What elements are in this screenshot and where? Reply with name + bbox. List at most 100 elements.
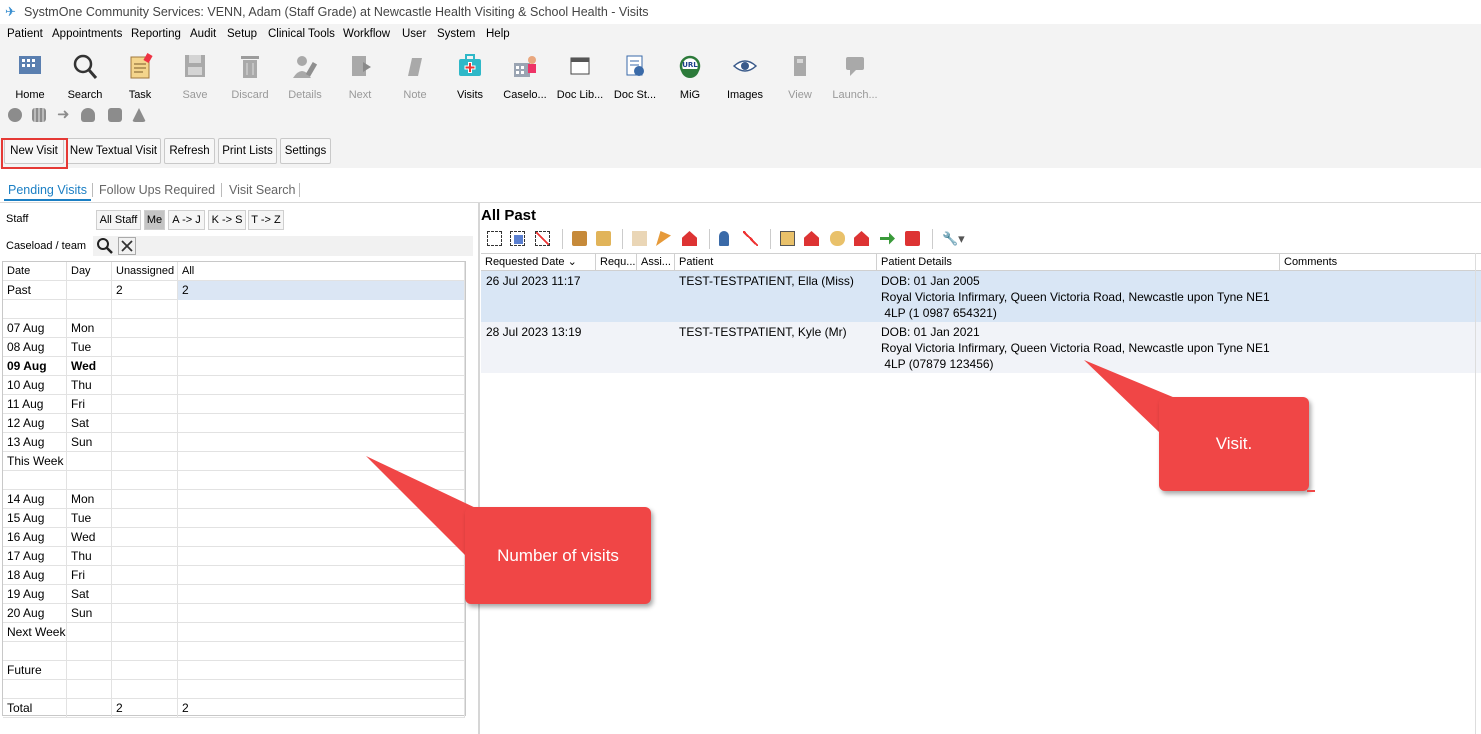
column-header-patient-details[interactable]: Patient Details xyxy=(877,254,1280,270)
deselect-icon[interactable] xyxy=(535,231,550,246)
figure-icon[interactable] xyxy=(132,108,146,122)
grid-cell-date: 19 Aug xyxy=(3,585,67,604)
column-header-date[interactable]: Date xyxy=(3,262,67,281)
column-header-unassigned[interactable]: Unassigned xyxy=(112,262,178,281)
grid-row[interactable]: 12 Aug Sat xyxy=(3,414,465,433)
toolbar-note-button[interactable]: Note xyxy=(387,50,443,101)
grid-row[interactable]: 11 Aug Fri xyxy=(3,395,465,414)
print-lists-button[interactable]: Print Lists xyxy=(218,138,277,164)
grid-row[interactable] xyxy=(3,642,465,661)
unassign-icon[interactable] xyxy=(743,231,758,246)
column-header-comments[interactable]: Comments xyxy=(1280,254,1475,270)
all-staff-button[interactable]: All Staff xyxy=(96,210,141,230)
grid-row[interactable]: Next Week xyxy=(3,623,465,642)
person-icon[interactable] xyxy=(719,231,729,246)
t-to-z-button[interactable]: T -> Z xyxy=(248,210,284,230)
a-to-j-button[interactable]: A -> J xyxy=(168,210,205,230)
grid-icon[interactable] xyxy=(32,108,46,122)
toolbar-next-button[interactable]: Next xyxy=(332,50,388,101)
edit-icon[interactable] xyxy=(656,231,671,246)
transfer-icon[interactable] xyxy=(880,232,895,245)
toolbar-launch-button[interactable]: Launch... xyxy=(827,50,883,101)
grid-row[interactable]: 13 Aug Sun xyxy=(3,433,465,452)
grid-row[interactable]: 07 Aug Mon xyxy=(3,319,465,338)
toolbar-search-button[interactable]: Search xyxy=(57,50,113,101)
grid-row[interactable]: 20 Aug Sun xyxy=(3,604,465,623)
column-header-all[interactable]: All xyxy=(178,262,465,281)
caseload-icon xyxy=(510,52,540,80)
toolbar-home-button[interactable]: Home xyxy=(2,50,58,101)
refresh-button[interactable]: Refresh xyxy=(164,138,215,164)
menu-system[interactable]: System xyxy=(437,24,475,44)
column-header-day[interactable]: Day xyxy=(67,262,112,281)
visit-row[interactable]: 28 Jul 2023 13:19 TEST-TESTPATIENT, Kyle… xyxy=(481,322,1481,373)
select-all-icon[interactable] xyxy=(487,231,502,246)
add-house-icon[interactable] xyxy=(804,231,819,246)
k-to-s-button[interactable]: K -> S xyxy=(208,210,246,230)
me-button[interactable]: Me xyxy=(144,210,165,230)
vertical-scrollbar[interactable] xyxy=(1475,253,1481,734)
settings-button[interactable]: Settings xyxy=(280,138,331,164)
container-icon[interactable] xyxy=(596,231,611,246)
menu-clinical-tools[interactable]: Clinical Tools xyxy=(268,24,335,44)
search-icon[interactable] xyxy=(96,237,114,255)
grid-row[interactable]: Past 2 2 xyxy=(3,281,465,300)
house-icon[interactable] xyxy=(682,231,697,246)
grid-row[interactable]: 19 Aug Sat xyxy=(3,585,465,604)
toolbar-view-button[interactable]: View xyxy=(772,50,828,101)
delete-icon[interactable] xyxy=(905,231,920,246)
arrow-right-icon[interactable]: ➜ xyxy=(57,107,71,122)
grid-row[interactable]: 10 Aug Thu xyxy=(3,376,465,395)
grid-row[interactable]: 08 Aug Tue xyxy=(3,338,465,357)
grid-row[interactable]: 18 Aug Fri xyxy=(3,566,465,585)
clock-icon[interactable] xyxy=(830,231,845,246)
grid-cell-date: 16 Aug xyxy=(3,528,67,547)
grid-row[interactable] xyxy=(3,300,465,319)
menu-reporting[interactable]: Reporting xyxy=(131,24,181,44)
menu-help[interactable]: Help xyxy=(486,24,510,44)
toolbar-doc-store-button[interactable]: Doc St... xyxy=(607,50,663,101)
moon-icon[interactable] xyxy=(8,108,22,122)
person-icon[interactable] xyxy=(81,108,95,122)
doc-library-icon xyxy=(565,52,595,80)
grid-row[interactable]: Future xyxy=(3,661,465,680)
toolbar-images-button[interactable]: Images xyxy=(717,50,773,101)
menu-appointments[interactable]: Appointments xyxy=(52,24,122,44)
toolbar-details-button[interactable]: Details xyxy=(277,50,333,101)
toolbar-discard-button[interactable]: Discard xyxy=(222,50,278,101)
toolbar-caseload-button[interactable]: Caselo... xyxy=(497,50,553,101)
column-header-assigned[interactable]: Assi... xyxy=(637,254,675,270)
tab-pending-visits[interactable]: Pending Visits xyxy=(4,181,91,201)
copy-icon[interactable] xyxy=(780,231,795,246)
document-icon[interactable] xyxy=(632,231,647,246)
menu-setup[interactable]: Setup xyxy=(227,24,257,44)
grid-cell-unassigned: 2 xyxy=(112,699,178,718)
grid-row[interactable]: Total 2 2 xyxy=(3,699,465,718)
toolbar-save-button[interactable]: Save xyxy=(167,50,223,101)
menu-audit[interactable]: Audit xyxy=(190,24,216,44)
tab-visit-search[interactable]: Visit Search xyxy=(225,181,299,201)
grid-row[interactable]: 09 Aug Wed xyxy=(3,357,465,376)
grid-cell-unassigned xyxy=(112,528,178,547)
new-textual-visit-button[interactable]: New Textual Visit xyxy=(66,138,161,164)
visit-row[interactable]: 26 Jul 2023 11:17 TEST-TESTPATIENT, Ella… xyxy=(481,271,1481,322)
toolbar-mig-button[interactable]: URL MiG xyxy=(662,50,718,101)
menu-workflow[interactable]: Workflow xyxy=(343,24,390,44)
wrench-dropdown-icon[interactable]: 🔧▾ xyxy=(942,231,966,246)
menu-user[interactable]: User xyxy=(402,24,426,44)
column-header-requested-date[interactable]: Requested Date ⌄ xyxy=(481,254,596,270)
remove-house-icon[interactable] xyxy=(854,231,869,246)
people-icon[interactable] xyxy=(108,108,122,122)
toolbar-task-button[interactable]: Task xyxy=(112,50,168,101)
tab-follow-ups-required[interactable]: Follow Ups Required xyxy=(95,181,219,201)
grid-row[interactable] xyxy=(3,680,465,699)
column-header-patient[interactable]: Patient xyxy=(675,254,877,270)
caseload-team-field[interactable] xyxy=(93,236,473,256)
clear-icon[interactable] xyxy=(118,237,136,255)
select-icon[interactable] xyxy=(510,231,525,246)
toolbar-doc-library-button[interactable]: Doc Lib... xyxy=(552,50,608,101)
menu-patient[interactable]: Patient xyxy=(7,24,43,44)
toolbar-visits-button[interactable]: Visits xyxy=(442,50,498,101)
column-header-requested[interactable]: Requ... xyxy=(596,254,637,270)
bin-icon[interactable] xyxy=(572,231,587,246)
